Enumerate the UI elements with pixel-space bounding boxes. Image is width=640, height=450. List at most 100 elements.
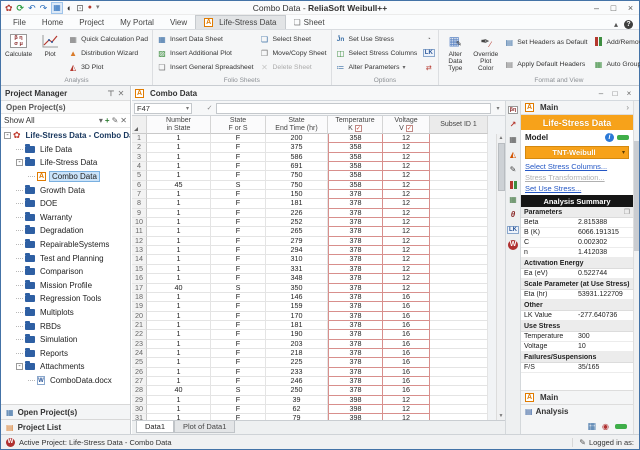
data-cell[interactable]: F: [211, 162, 266, 171]
data-cell[interactable]: 378: [328, 386, 383, 395]
column-header-number-in-state[interactable]: Numberin State: [147, 116, 211, 134]
data-cell[interactable]: 378: [328, 190, 383, 199]
data-cell[interactable]: 378: [328, 377, 383, 386]
data-cell[interactable]: F: [211, 153, 266, 162]
data-cell[interactable]: 1: [147, 340, 211, 349]
plot-button[interactable]: Plot: [36, 31, 64, 76]
data-cell[interactable]: F: [211, 396, 266, 405]
row-number-cell[interactable]: 31: [132, 414, 147, 420]
stress-globe-button[interactable]: ◔: [422, 33, 435, 45]
data-cell[interactable]: 1: [147, 218, 211, 227]
data-cell[interactable]: 1: [147, 227, 211, 236]
row-number-cell[interactable]: 2: [132, 143, 147, 152]
column-header-voltage-v[interactable]: VoltageV✓: [383, 116, 430, 134]
data-cell[interactable]: 265: [266, 227, 328, 236]
data-cell[interactable]: 12: [383, 396, 430, 405]
data-cell[interactable]: 378: [328, 265, 383, 274]
panel-main-header[interactable]: A Main ›: [521, 101, 633, 115]
row-number-cell[interactable]: 15: [132, 265, 147, 274]
apply-default-headers-button[interactable]: ▤Apply Default Headers: [504, 58, 587, 71]
set-use-stress-link[interactable]: Set Use Stress...: [525, 184, 581, 193]
data-cell[interactable]: 12: [383, 237, 430, 246]
data-cell[interactable]: F: [211, 199, 266, 208]
row-number-cell[interactable]: 30: [132, 405, 147, 414]
data-cell[interactable]: 12: [383, 227, 430, 236]
row-number-cell[interactable]: 27: [132, 377, 147, 386]
subset-cell[interactable]: [430, 330, 488, 339]
data-cell[interactable]: 62: [266, 405, 328, 414]
calculate-button[interactable]: β ησ μ Calculate: [3, 31, 34, 76]
override-plot-color-button[interactable]: ✒∕ Override Plot Color: [471, 31, 500, 76]
data-cell[interactable]: F: [211, 349, 266, 358]
data-cell[interactable]: 378: [328, 293, 383, 302]
row-number-cell[interactable]: 16: [132, 274, 147, 283]
collapse-ribbon-icon[interactable]: ▴: [614, 20, 618, 29]
reliasoft-badge-icon[interactable]: ◉: [602, 422, 609, 431]
data-cell[interactable]: 375: [266, 143, 328, 152]
data-cell[interactable]: 190: [266, 330, 328, 339]
data-cell[interactable]: 1: [147, 237, 211, 246]
row-number-cell[interactable]: 24: [132, 349, 147, 358]
subset-cell[interactable]: [430, 199, 488, 208]
subset-cell[interactable]: [430, 255, 488, 264]
subset-cell[interactable]: [430, 358, 488, 367]
row-number-cell[interactable]: 9: [132, 209, 147, 218]
subset-cell[interactable]: [430, 321, 488, 330]
data-cell[interactable]: 12: [383, 134, 430, 143]
data-cell[interactable]: 16: [383, 368, 430, 377]
alter-parameters-button[interactable]: θ: [506, 208, 520, 221]
alter-data-type-button[interactable]: ✎: [506, 163, 520, 176]
data-cell[interactable]: 1: [147, 312, 211, 321]
auto-group-button[interactable]: ▦: [506, 193, 520, 206]
data-cell[interactable]: 16: [383, 293, 430, 302]
row-number-cell[interactable]: 26: [132, 368, 147, 377]
row-number-cell[interactable]: 3: [132, 153, 147, 162]
calculate-button[interactable]: βη: [506, 103, 520, 116]
data-cell[interactable]: 1: [147, 414, 211, 420]
menu-tab-life-stress-data[interactable]: ALife-Stress Data: [195, 15, 285, 29]
column-header-state-end-time-hr[interactable]: StateEnd Time (hr): [266, 116, 328, 134]
data-cell[interactable]: 79: [266, 414, 328, 420]
menu-tab-sheet[interactable]: ❏Sheet: [286, 15, 333, 29]
scroll-up-icon[interactable]: ▲: [499, 134, 504, 142]
data-cell[interactable]: 358: [328, 153, 383, 162]
data-cell[interactable]: 378: [328, 237, 383, 246]
row-number-cell[interactable]: 12: [132, 237, 147, 246]
sheet-tab-plot-of-data1[interactable]: Plot of Data1: [174, 421, 235, 433]
filter-dropdown-icon[interactable]: ▾: [99, 116, 103, 125]
panel-scrollbar[interactable]: [633, 101, 639, 434]
data-cell[interactable]: F: [211, 190, 266, 199]
3d-plot-button[interactable]: ◭3D Plot: [68, 61, 148, 74]
data-cell[interactable]: F: [211, 340, 266, 349]
data-cell[interactable]: F: [211, 134, 266, 143]
redo-icon[interactable]: ↷: [40, 3, 48, 13]
subset-cell[interactable]: [430, 377, 488, 386]
data-cell[interactable]: 12: [383, 209, 430, 218]
data-cell[interactable]: 16: [383, 330, 430, 339]
tree-item-combo-data[interactable]: ACombo Data: [1, 170, 130, 184]
row-number-cell[interactable]: 8: [132, 199, 147, 208]
tree-item-degradation[interactable]: Degradation: [1, 224, 130, 238]
panel-scroll-thumb[interactable]: [634, 141, 639, 251]
row-number-cell[interactable]: 13: [132, 246, 147, 255]
data-cell[interactable]: 45: [147, 181, 211, 190]
folio-minimize-button[interactable]: –: [594, 89, 608, 98]
folio-restore-button[interactable]: □: [608, 89, 622, 98]
data-cell[interactable]: F: [211, 368, 266, 377]
row-number-cell[interactable]: 4: [132, 162, 147, 171]
data-cell[interactable]: 12: [383, 181, 430, 190]
data-cell[interactable]: 16: [383, 312, 430, 321]
data-cell[interactable]: 1: [147, 368, 211, 377]
help-icon[interactable]: ?: [624, 20, 633, 29]
subset-cell[interactable]: [430, 386, 488, 395]
row-number-cell[interactable]: 22: [132, 330, 147, 339]
data-cell[interactable]: 39: [266, 396, 328, 405]
data-cell[interactable]: 1: [147, 302, 211, 311]
data-cell[interactable]: 378: [328, 255, 383, 264]
subset-cell[interactable]: [430, 293, 488, 302]
tree-item-life-stress-data-combo-data[interactable]: -✿Life-Stress Data - Combo Data: [1, 129, 130, 143]
data-cell[interactable]: 358: [328, 171, 383, 180]
data-cell[interactable]: 1: [147, 246, 211, 255]
data-cell[interactable]: F: [211, 237, 266, 246]
data-cell[interactable]: 378: [328, 274, 383, 283]
